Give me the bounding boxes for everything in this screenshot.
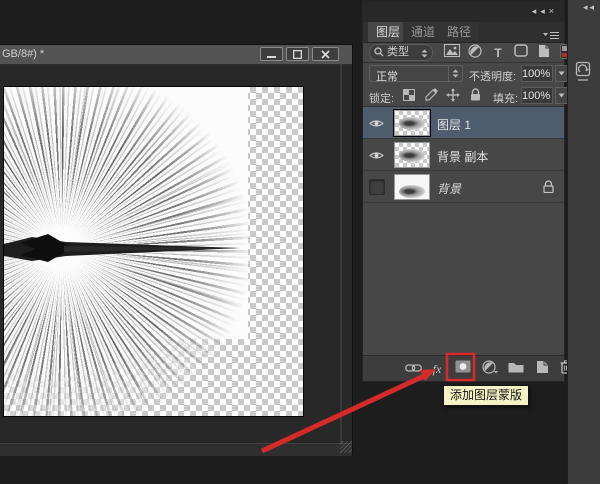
filter-kind-dropdown[interactable]: 类型 (369, 44, 433, 61)
new-layer-icon[interactable] (532, 360, 552, 377)
opacity-value[interactable]: 100% (521, 65, 553, 82)
filter-adjustment-layers-icon[interactable] (466, 44, 484, 60)
layers-panel-footer: fx (363, 355, 564, 381)
layer-name[interactable]: 背景 副本 (437, 148, 488, 165)
filter-smart-object-icon[interactable] (535, 44, 553, 60)
filter-type-layers-icon[interactable]: T (489, 44, 507, 60)
close-panel-icon[interactable]: × (549, 6, 558, 16)
layer-thumbnail[interactable] (394, 174, 430, 200)
window-inner-edge (340, 64, 342, 444)
chevron-updown-icon (448, 66, 462, 81)
filter-shape-layers-icon[interactable] (512, 44, 530, 60)
layer-thumbnail[interactable] (394, 110, 430, 136)
blend-mode-dropdown[interactable]: 正常 (369, 65, 463, 82)
lock-position-icon[interactable] (445, 88, 461, 103)
fill-label: 填充: (493, 90, 518, 106)
tab-layers[interactable]: 图层 (368, 22, 408, 42)
tab-paths[interactable]: 路径 (439, 22, 479, 42)
window-status-strip (0, 443, 352, 456)
layer-name[interactable]: 背景 (437, 180, 461, 197)
document-title: GB/8#) * (2, 48, 44, 60)
thumbnail-image (399, 117, 425, 130)
link-layers-icon[interactable] (403, 360, 423, 377)
layer-row-background-copy[interactable]: 背景 副本 (363, 139, 564, 171)
lock-transparency-icon[interactable] (401, 88, 417, 103)
layer-row-background[interactable]: 背景 (363, 171, 564, 203)
canvas[interactable] (3, 86, 304, 417)
expand-dock-icon[interactable]: ◂◂ (583, 2, 596, 13)
close-button[interactable] (312, 47, 339, 61)
book-spine (4, 87, 303, 416)
maximize-icon (293, 50, 302, 59)
layer-name[interactable]: 图层 1 (437, 116, 471, 133)
lock-label: 锁定: (369, 90, 394, 106)
visibility-toggle-empty[interactable] (369, 179, 385, 195)
lock-row: 锁定: 填充: 100% (363, 86, 564, 107)
layers-panel: ◂◂× 图层 通道 路径 类型 T (362, 0, 565, 382)
panel-dock-strip: ◂◂ (567, 0, 600, 484)
lock-pixels-icon[interactable] (423, 88, 439, 103)
panel-top-bar: ◂◂× (363, 1, 564, 22)
search-icon (374, 47, 384, 61)
filter-row: 类型 T (363, 42, 564, 63)
lock-icon (543, 180, 554, 198)
document-title-bar[interactable]: GB/8#) * (0, 45, 352, 65)
filter-pixel-layers-icon[interactable] (443, 44, 461, 60)
chevron-down-icon (558, 93, 565, 98)
tab-channels[interactable]: 通道 (403, 22, 443, 42)
blend-mode-value: 正常 (376, 68, 398, 84)
history-panel-icon[interactable] (574, 60, 594, 94)
tooltip-text: 添加图层蒙版 (450, 388, 522, 402)
layer-style-fx-icon[interactable]: fx (427, 360, 447, 377)
layer-list: 图层 1 背景 副本 背景 (363, 107, 564, 357)
collapse-panel-icon[interactable]: ◂◂ (532, 6, 549, 16)
blend-row: 正常 不透明度: 100% (363, 64, 564, 85)
chevron-down-icon (558, 71, 565, 76)
window-resize-grip[interactable] (340, 441, 352, 453)
chevron-updown-icon (421, 48, 428, 62)
layer-row-layer1[interactable]: 图层 1 (363, 107, 564, 139)
adjustment-layer-icon[interactable] (480, 360, 500, 377)
opacity-label: 不透明度: (469, 68, 516, 84)
thumbnail-image (399, 185, 425, 198)
tooltip: 添加图层蒙版 (443, 385, 529, 406)
thumbnail-image (399, 149, 425, 162)
minimize-icon (267, 50, 276, 58)
close-icon (321, 50, 330, 59)
filter-kind-label: 类型 (387, 45, 409, 59)
layer-thumbnail[interactable] (394, 142, 430, 168)
minimize-button[interactable] (260, 47, 283, 61)
visibility-eye-icon[interactable] (369, 116, 385, 129)
new-group-icon[interactable] (506, 360, 526, 377)
panel-tab-bar: 图层 通道 路径 (363, 22, 564, 43)
add-layer-mask-icon[interactable] (453, 360, 473, 377)
lock-all-icon[interactable] (467, 88, 483, 103)
maximize-button[interactable] (286, 47, 309, 61)
document-window: GB/8#) * (0, 44, 353, 455)
fill-value[interactable]: 100% (521, 87, 553, 104)
visibility-eye-icon[interactable] (369, 148, 385, 161)
